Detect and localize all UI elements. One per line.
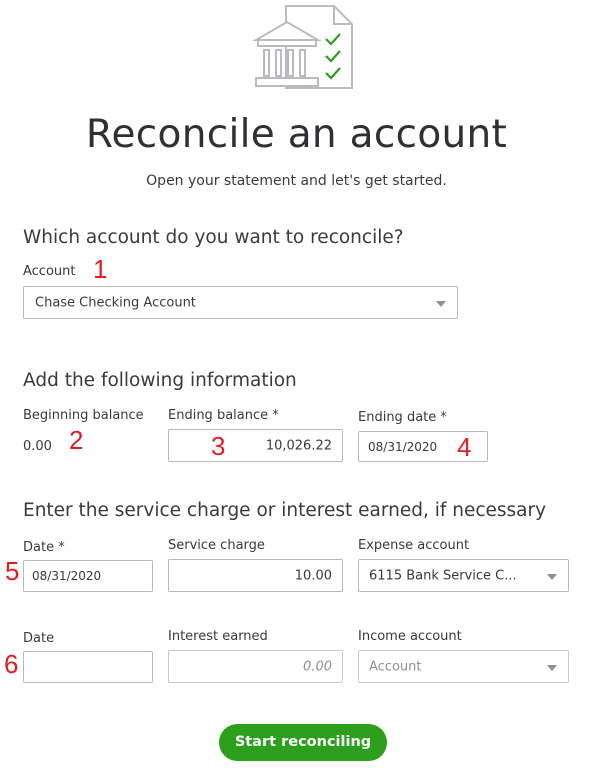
ending-date-value: 08/31/2020	[368, 439, 438, 454]
bank-statement-icon	[250, 2, 356, 90]
ending-balance-input[interactable]: 3 10,026.22	[168, 429, 343, 462]
annotation-1: 1	[93, 254, 108, 284]
interest-earned-placeholder: 0.00	[303, 659, 332, 674]
account-label: Account	[23, 264, 76, 279]
expense-account-label: Expense account	[358, 538, 470, 553]
page-title: Reconcile an account	[85, 112, 508, 157]
interest-date-input[interactable]	[23, 651, 153, 683]
account-select[interactable]: Chase Checking Account	[23, 286, 458, 319]
expense-account-select[interactable]: 6115 Bank Service C...	[358, 559, 569, 592]
service-charge-value: 10.00	[294, 568, 332, 583]
info-section-heading: Add the following information	[23, 370, 297, 391]
chevron-down-icon	[436, 300, 446, 307]
chevron-down-icon	[547, 664, 557, 671]
annotation-6: 6	[4, 649, 19, 679]
service-date-value: 08/31/2020	[32, 569, 102, 583]
ending-date-label: Ending date *	[358, 410, 447, 425]
annotation-3: 3	[211, 431, 226, 461]
annotation-2: 2	[69, 425, 84, 455]
start-reconciling-button[interactable]: Start reconciling	[219, 724, 387, 761]
ending-balance-value: 10,026.22	[265, 438, 332, 453]
account-section-heading: Which account do you want to reconcile?	[23, 227, 404, 248]
account-select-value: Chase Checking Account	[35, 295, 196, 310]
service-charge-label: Service charge	[168, 538, 265, 553]
ending-date-input[interactable]: 08/31/2020 4	[358, 431, 488, 462]
income-account-label: Income account	[358, 629, 462, 644]
annotation-5: 5	[5, 556, 20, 586]
service-charge-input[interactable]: 10.00	[168, 559, 343, 592]
charges-section-heading: Enter the service charge or interest ear…	[23, 500, 547, 521]
income-account-select[interactable]: Account	[358, 650, 569, 683]
interest-earned-input[interactable]: 0.00	[168, 650, 343, 683]
chevron-down-icon	[547, 573, 557, 580]
beginning-balance-value: 0.00	[23, 439, 52, 454]
annotation-4: 4	[457, 432, 472, 462]
page-subtitle: Open your statement and let's get starte…	[146, 173, 447, 189]
beginning-balance-label: Beginning balance	[23, 408, 144, 423]
income-account-placeholder: Account	[369, 659, 422, 674]
service-date-label: Date *	[23, 540, 65, 555]
interest-date-label: Date	[23, 631, 55, 646]
service-date-input[interactable]: 08/31/2020	[23, 560, 153, 592]
expense-account-value: 6115 Bank Service C...	[369, 568, 517, 583]
interest-earned-label: Interest earned	[168, 629, 268, 644]
ending-balance-label: Ending balance *	[168, 408, 279, 423]
